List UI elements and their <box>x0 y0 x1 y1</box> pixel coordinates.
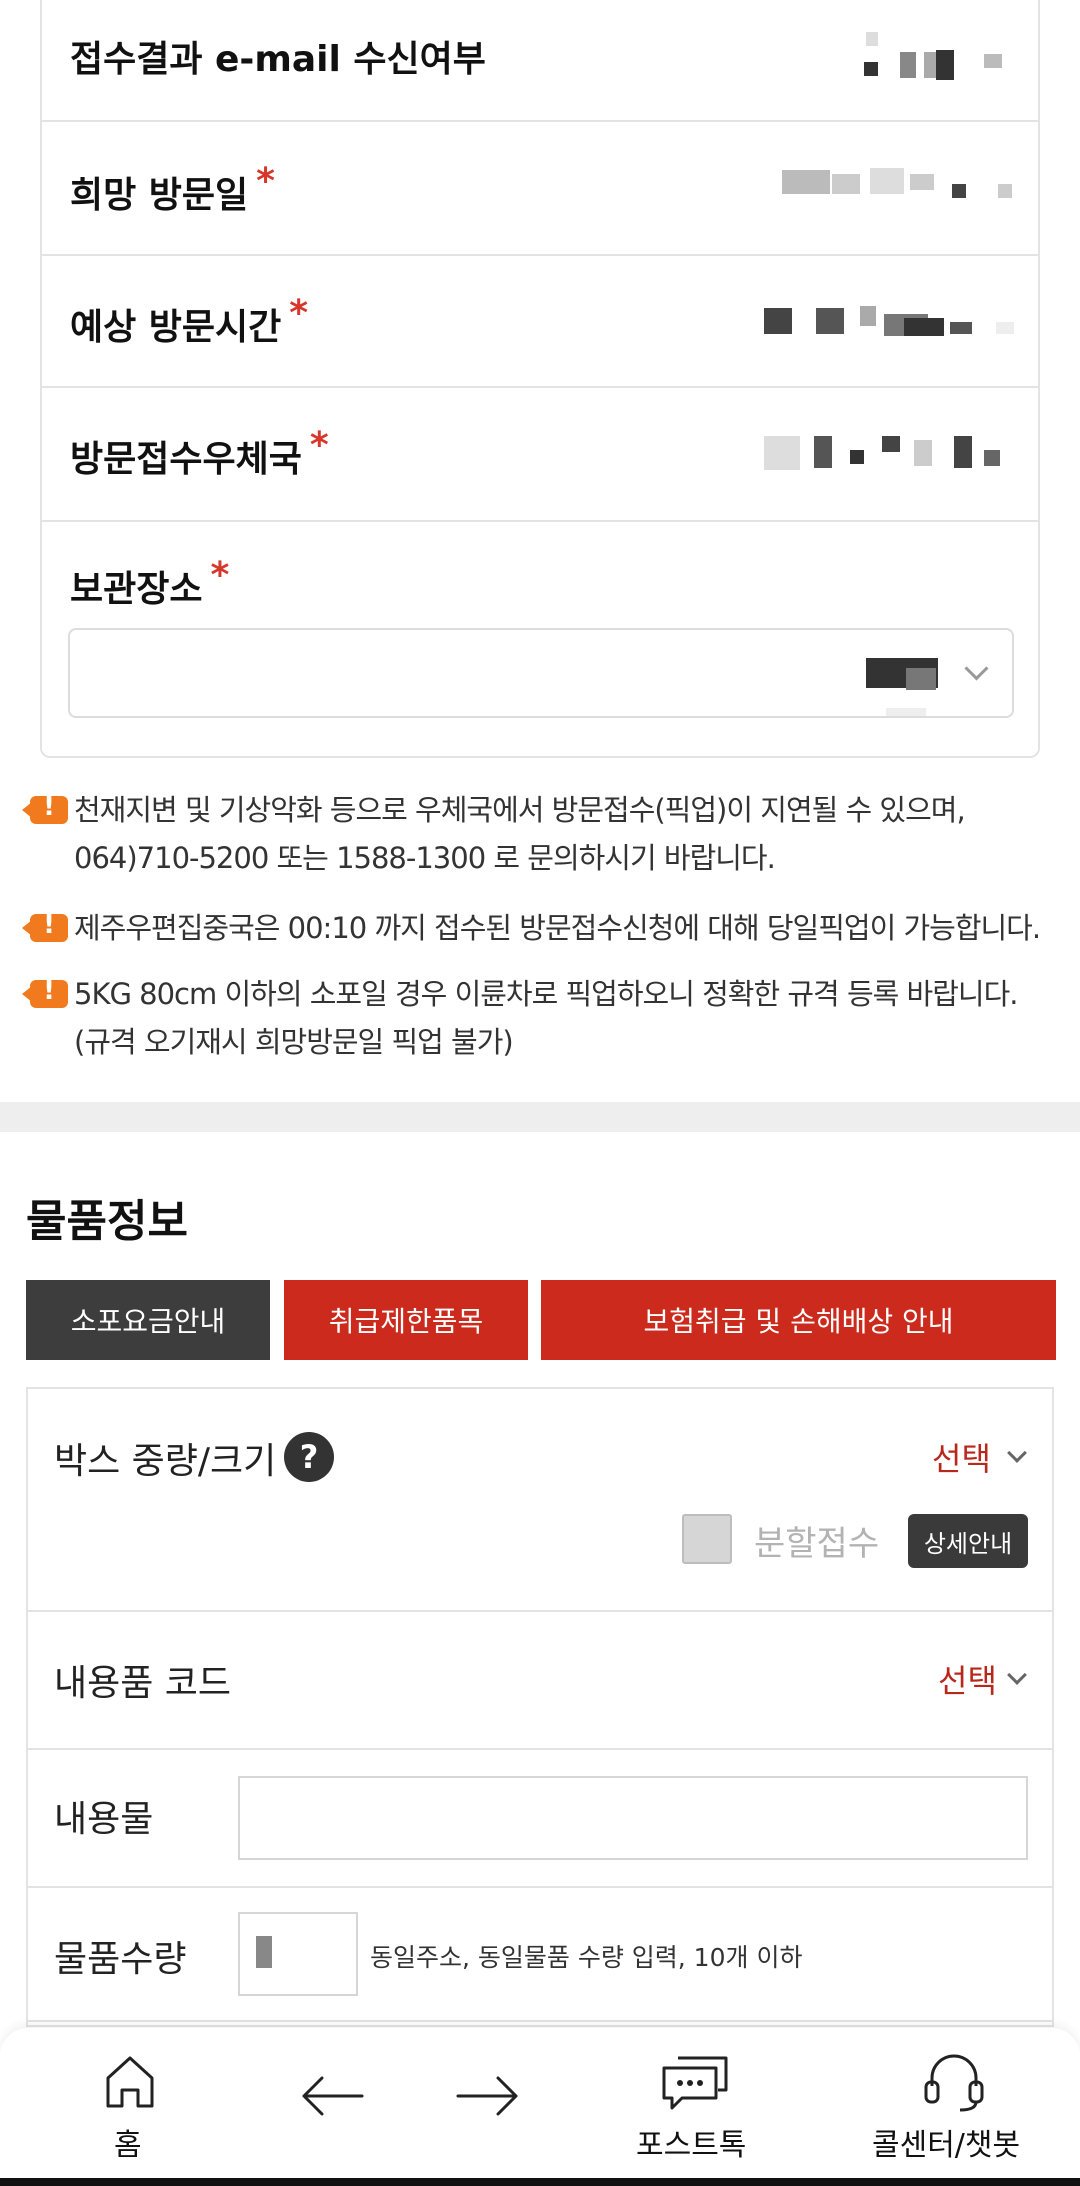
quantity-hint: 동일주소, 동일물품 수량 입력, 10개 이하 <box>370 1943 803 1972</box>
content-label: 내용물 <box>54 1799 154 1840</box>
row-divider <box>40 386 1040 388</box>
arrow-right-icon <box>456 2076 518 2116</box>
visit-date-value[interactable] <box>782 162 1022 206</box>
arrow-left-icon <box>302 2076 364 2116</box>
notice-icon: ! <box>22 976 68 1008</box>
quantity-label: 물품수량 <box>54 1939 187 1980</box>
storage-location-label: 보관장소 * <box>70 555 230 610</box>
notice-weather: 천재지변 및 기상악화 등으로 우체국에서 방문접수(픽업)이 지연될 수 있으… <box>74 793 966 875</box>
detail-info-button[interactable]: 상세안내 <box>908 1514 1028 1568</box>
parcel-fee-button[interactable]: 소포요금안내 <box>26 1280 270 1360</box>
content-code-select[interactable]: 선택 <box>938 1656 997 1702</box>
storage-location-value <box>866 658 946 716</box>
notice-size: 5KG 80cm 이하의 소포일 경우 이륜차로 픽업하오니 정확한 규격 등록… <box>74 977 1018 1059</box>
row-divider <box>26 1748 1054 1750</box>
section-gap <box>0 1102 1080 1132</box>
chat-bubble-icon <box>662 2056 728 2110</box>
post-office-value[interactable] <box>764 432 1024 476</box>
headset-icon <box>924 2054 984 2112</box>
content-code-label: 내용품 코드 <box>54 1663 232 1704</box>
notice-jeju: 제주우편집중국은 00:10 까지 접수된 방문접수신청에 대해 당일픽업이 가… <box>74 911 1041 945</box>
visit-date-label: 희망 방문일 * <box>70 161 275 216</box>
quantity-input[interactable] <box>238 1912 358 1996</box>
row-divider <box>40 120 1040 122</box>
content-input[interactable] <box>238 1776 1028 1860</box>
nav-posttalk-label: 포스트톡 <box>636 2128 747 2163</box>
email-receipt-value[interactable] <box>864 32 1024 92</box>
back-arrow-button[interactable] <box>296 2068 368 2124</box>
row-divider <box>40 520 1040 522</box>
box-size-select[interactable]: 선택 <box>932 1434 991 1480</box>
box-weight-size-label: 박스 중량/크기 <box>54 1441 277 1482</box>
nav-callcenter-label: 콜센터/챗봇 <box>872 2128 1021 2163</box>
insurance-info-button[interactable]: 보험취급 및 손해배상 안내 <box>541 1280 1056 1360</box>
home-icon <box>106 2056 154 2108</box>
nav-callcenter[interactable]: 콜센터/챗봇 <box>872 2052 1042 2164</box>
help-icon[interactable]: ? <box>284 1432 334 1482</box>
nav-posttalk[interactable]: 포스트톡 <box>630 2052 760 2164</box>
quantity-value <box>256 1936 286 1976</box>
row-divider <box>26 1886 1054 1888</box>
email-receipt-label: 접수결과 e-mail 수신여부 <box>70 39 486 80</box>
restricted-items-button[interactable]: 취급제한품목 <box>284 1280 528 1360</box>
post-office-label: 방문접수우체국 * <box>70 425 329 480</box>
storage-location-select[interactable] <box>68 628 1014 718</box>
notice-icon: ! <box>22 910 68 942</box>
visit-time-value[interactable] <box>764 300 1024 344</box>
visit-time-label: 예상 방문시간 * <box>70 293 309 348</box>
notice-icon: ! <box>22 792 68 824</box>
row-divider <box>26 1610 1054 1612</box>
system-bar <box>0 2178 1080 2186</box>
chevron-down-icon <box>964 656 989 681</box>
split-receipt-checkbox[interactable] <box>682 1514 732 1564</box>
split-receipt-label: 분할접수 <box>754 1524 880 1564</box>
nav-home[interactable]: 홈 <box>96 2052 164 2164</box>
row-divider <box>40 254 1040 256</box>
nav-home-label: 홈 <box>114 2128 142 2163</box>
goods-section-title: 물품정보 <box>26 1196 188 1247</box>
row-divider <box>26 2020 1054 2022</box>
forward-arrow-button[interactable] <box>452 2068 524 2124</box>
